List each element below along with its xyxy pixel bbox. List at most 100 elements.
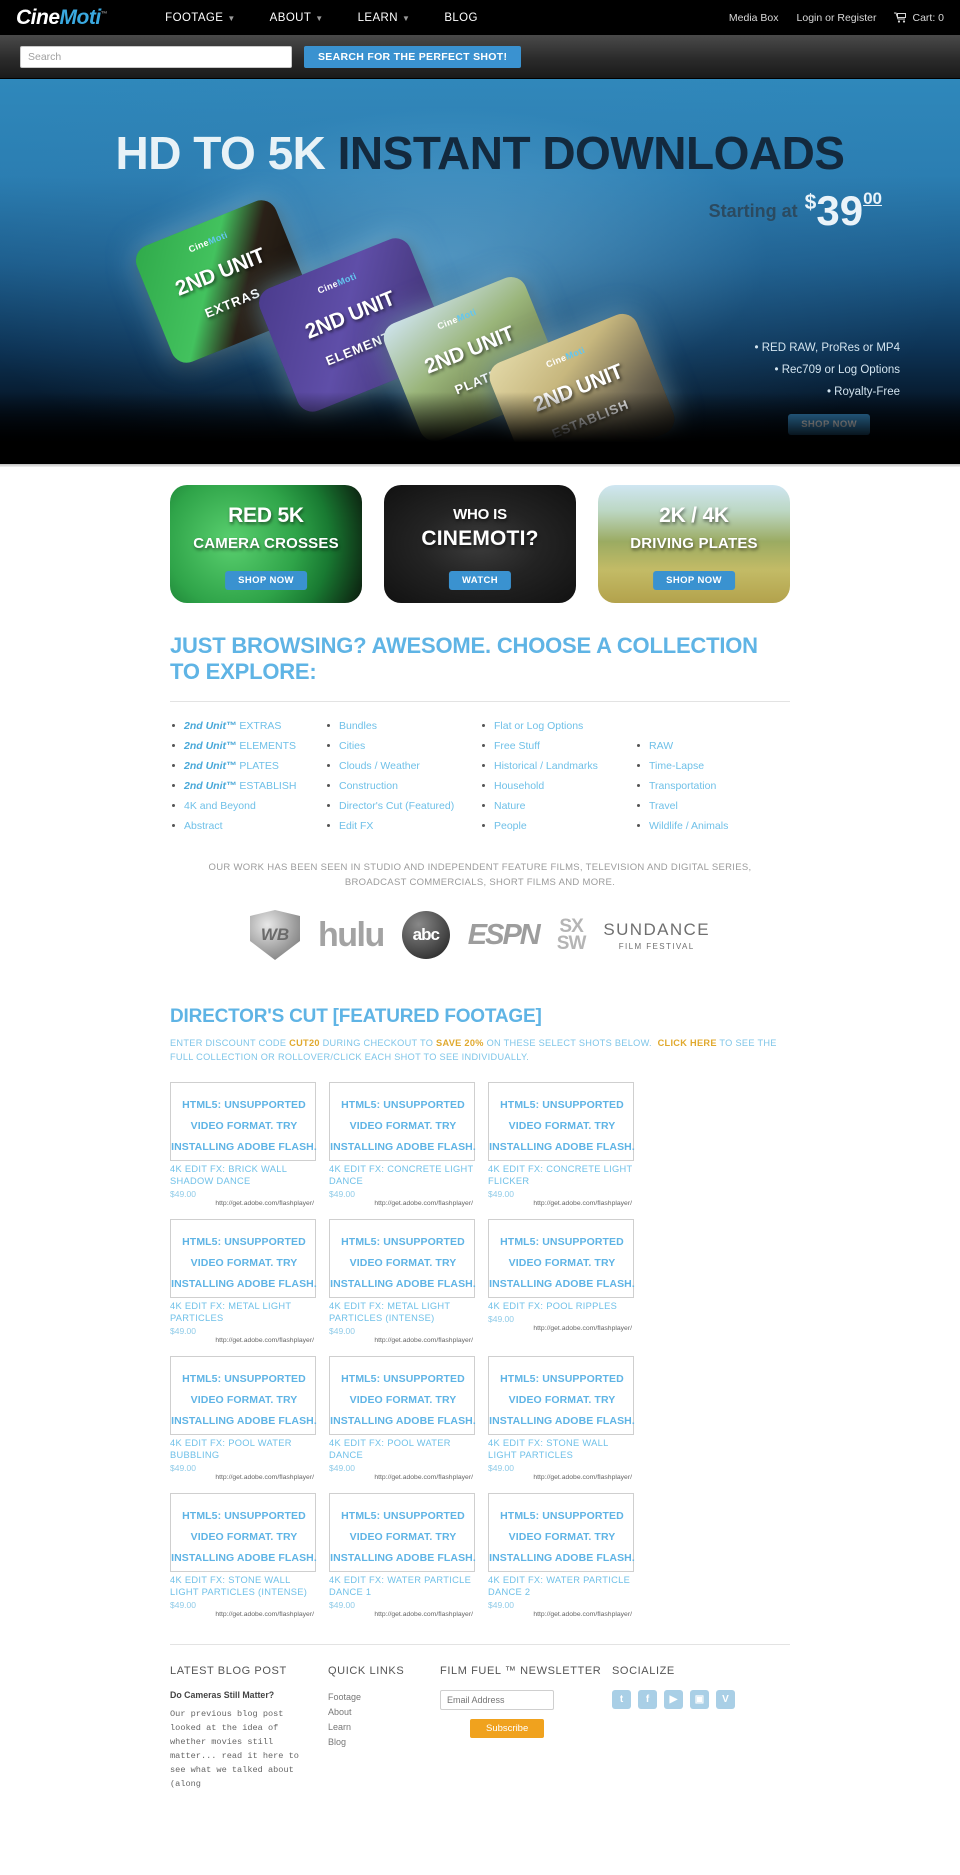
list-item[interactable]: Flat or Log Options (480, 716, 635, 736)
footer-link-about[interactable]: About (328, 1705, 440, 1720)
video-player-box[interactable]: HTML5: UNSUPPORTED VIDEO FORMAT. TRY INS… (170, 1219, 317, 1298)
footer-link-learn[interactable]: Learn (328, 1720, 440, 1735)
video-player-box[interactable]: HTML5: UNSUPPORTED VIDEO FORMAT. TRY INS… (170, 1082, 317, 1161)
list-item[interactable]: Clouds / Weather (325, 756, 480, 776)
list-item[interactable]: Household (480, 776, 635, 796)
click-here-link[interactable]: CLICK HERE (658, 1038, 717, 1048)
footage-title[interactable]: 4K EDIT FX: STONE WALL LIGHT PARTICLES (… (170, 1574, 316, 1598)
twitter-icon[interactable]: t (612, 1690, 631, 1709)
footage-item[interactable]: HTML5: UNSUPPORTED VIDEO FORMAT. TRY INS… (488, 1219, 635, 1344)
footage-title[interactable]: 4K EDIT FX: CONCRETE LIGHT FLICKER (488, 1163, 634, 1187)
footage-title[interactable]: 4K EDIT FX: CONCRETE LIGHT DANCE (329, 1163, 475, 1187)
search-input[interactable] (20, 45, 292, 68)
login-register-link[interactable]: Login or Register (797, 12, 877, 24)
youtube-icon[interactable]: ▶ (664, 1690, 683, 1709)
footage-title[interactable]: 4K EDIT FX: POOL WATER BUBBLING (170, 1437, 316, 1461)
flash-download-url[interactable]: http://get.adobe.com/flashplayer/ (170, 1474, 316, 1481)
footage-item[interactable]: HTML5: UNSUPPORTED VIDEO FORMAT. TRY INS… (329, 1356, 476, 1481)
footage-item[interactable]: HTML5: UNSUPPORTED VIDEO FORMAT. TRY INS… (329, 1219, 476, 1344)
cart-link[interactable]: Cart: 0 (894, 12, 944, 24)
footage-item[interactable]: HTML5: UNSUPPORTED VIDEO FORMAT. TRY INS… (170, 1493, 317, 1618)
promo-watch-button[interactable]: WATCH (448, 571, 512, 590)
footage-title[interactable]: 4K EDIT FX: BRICK WALL SHADOW DANCE (170, 1163, 316, 1187)
list-item[interactable]: Director's Cut (Featured) (325, 796, 480, 816)
footer-link-blog[interactable]: Blog (328, 1735, 440, 1750)
flash-download-url[interactable]: http://get.adobe.com/flashplayer/ (170, 1200, 316, 1207)
flash-download-url[interactable]: http://get.adobe.com/flashplayer/ (488, 1325, 634, 1332)
list-item[interactable]: 4K and Beyond (170, 796, 325, 816)
flash-download-url[interactable]: http://get.adobe.com/flashplayer/ (488, 1200, 634, 1207)
footage-title[interactable]: 4K EDIT FX: STONE WALL LIGHT PARTICLES (488, 1437, 634, 1461)
footage-item[interactable]: HTML5: UNSUPPORTED VIDEO FORMAT. TRY INS… (488, 1082, 635, 1207)
footage-item[interactable]: HTML5: UNSUPPORTED VIDEO FORMAT. TRY INS… (488, 1493, 635, 1618)
video-player-box[interactable]: HTML5: UNSUPPORTED VIDEO FORMAT. TRY INS… (329, 1493, 476, 1572)
promo-card-red-5k[interactable]: RED 5K CAMERA CROSSES SHOP NOW (170, 485, 362, 603)
video-player-box[interactable]: HTML5: UNSUPPORTED VIDEO FORMAT. TRY INS… (329, 1356, 476, 1435)
vimeo-icon[interactable]: V (716, 1690, 735, 1709)
footage-title[interactable]: 4K EDIT FX: POOL WATER DANCE (329, 1437, 475, 1461)
promo-card-driving-plates[interactable]: 2K / 4K DRIVING PLATES SHOP NOW (598, 485, 790, 603)
footage-title[interactable]: 4K EDIT FX: METAL LIGHT PARTICLES (INTEN… (329, 1300, 475, 1324)
list-item[interactable]: 2nd Unit™ EXTRAS (170, 716, 325, 736)
footage-item[interactable]: HTML5: UNSUPPORTED VIDEO FORMAT. TRY INS… (170, 1356, 317, 1481)
nav-item-learn[interactable]: LEARN ▼ (358, 12, 411, 24)
video-player-box[interactable]: HTML5: UNSUPPORTED VIDEO FORMAT. TRY INS… (488, 1356, 635, 1435)
list-item[interactable]: People (480, 816, 635, 836)
promo-shop-now-button[interactable]: SHOP NOW (653, 571, 735, 590)
flash-download-url[interactable]: http://get.adobe.com/flashplayer/ (170, 1611, 316, 1618)
newsletter-subscribe-button[interactable]: Subscribe (470, 1719, 545, 1738)
footage-item[interactable]: HTML5: UNSUPPORTED VIDEO FORMAT. TRY INS… (329, 1493, 476, 1618)
footer-link-footage[interactable]: Footage (328, 1690, 440, 1705)
nav-item-blog[interactable]: BLOG (444, 12, 478, 24)
footage-title[interactable]: 4K EDIT FX: METAL LIGHT PARTICLES (170, 1300, 316, 1324)
footage-title[interactable]: 4K EDIT FX: POOL RIPPLES (488, 1300, 634, 1312)
list-item[interactable]: Historical / Landmarks (480, 756, 635, 776)
promo-card-who-is-cinemoti[interactable]: WHO IS CINEMOTI? WATCH (384, 485, 576, 603)
list-item[interactable]: 2nd Unit™ ELEMENTS (170, 736, 325, 756)
latest-blog-title[interactable]: Do Cameras Still Matter? (170, 1690, 314, 1700)
media-box-link[interactable]: Media Box (729, 12, 779, 24)
video-player-box[interactable]: HTML5: UNSUPPORTED VIDEO FORMAT. TRY INS… (488, 1082, 635, 1161)
list-item[interactable]: Abstract (170, 816, 325, 836)
list-item[interactable]: Wildlife / Animals (635, 816, 790, 836)
footage-title[interactable]: 4K EDIT FX: WATER PARTICLE DANCE 1 (329, 1574, 475, 1598)
footage-item[interactable]: HTML5: UNSUPPORTED VIDEO FORMAT. TRY INS… (170, 1219, 317, 1344)
nav-item-footage[interactable]: FOOTAGE ▼ (165, 12, 236, 24)
footage-title[interactable]: 4K EDIT FX: WATER PARTICLE DANCE 2 (488, 1574, 634, 1598)
newsletter-email-input[interactable] (440, 1690, 554, 1710)
flash-download-url[interactable]: http://get.adobe.com/flashplayer/ (170, 1337, 316, 1344)
flash-download-url[interactable]: http://get.adobe.com/flashplayer/ (329, 1200, 475, 1207)
list-item[interactable]: Construction (325, 776, 480, 796)
list-item[interactable]: Cities (325, 736, 480, 756)
video-player-box[interactable]: HTML5: UNSUPPORTED VIDEO FORMAT. TRY INS… (170, 1356, 317, 1435)
list-item[interactable]: Edit FX (325, 816, 480, 836)
list-item[interactable]: 2nd Unit™ PLATES (170, 756, 325, 776)
flash-download-url[interactable]: http://get.adobe.com/flashplayer/ (329, 1611, 475, 1618)
video-player-box[interactable]: HTML5: UNSUPPORTED VIDEO FORMAT. TRY INS… (329, 1219, 476, 1298)
list-item[interactable]: Bundles (325, 716, 480, 736)
list-item[interactable]: Time-Lapse (635, 756, 790, 776)
flash-download-url[interactable]: http://get.adobe.com/flashplayer/ (488, 1611, 634, 1618)
flash-download-url[interactable]: http://get.adobe.com/flashplayer/ (329, 1474, 475, 1481)
list-item[interactable]: Nature (480, 796, 635, 816)
facebook-icon[interactable]: f (638, 1690, 657, 1709)
flash-download-url[interactable]: http://get.adobe.com/flashplayer/ (488, 1474, 634, 1481)
promo-shop-now-button[interactable]: SHOP NOW (225, 571, 307, 590)
video-player-box[interactable]: HTML5: UNSUPPORTED VIDEO FORMAT. TRY INS… (170, 1493, 317, 1572)
video-player-box[interactable]: HTML5: UNSUPPORTED VIDEO FORMAT. TRY INS… (488, 1493, 635, 1572)
list-item[interactable]: Transportation (635, 776, 790, 796)
search-submit-button[interactable]: SEARCH FOR THE PERFECT SHOT! (304, 45, 522, 68)
list-item[interactable]: 2nd Unit™ ESTABLISH (170, 776, 325, 796)
flash-download-url[interactable]: http://get.adobe.com/flashplayer/ (329, 1337, 475, 1344)
list-item[interactable]: Travel (635, 796, 790, 816)
video-player-box[interactable]: HTML5: UNSUPPORTED VIDEO FORMAT. TRY INS… (488, 1219, 635, 1298)
footage-item[interactable]: HTML5: UNSUPPORTED VIDEO FORMAT. TRY INS… (329, 1082, 476, 1207)
instagram-icon[interactable]: ▣ (690, 1690, 709, 1709)
nav-item-about[interactable]: ABOUT ▼ (270, 12, 324, 24)
footage-item[interactable]: HTML5: UNSUPPORTED VIDEO FORMAT. TRY INS… (170, 1082, 317, 1207)
list-item[interactable]: RAW (635, 736, 790, 756)
video-player-box[interactable]: HTML5: UNSUPPORTED VIDEO FORMAT. TRY INS… (329, 1082, 476, 1161)
footage-item[interactable]: HTML5: UNSUPPORTED VIDEO FORMAT. TRY INS… (488, 1356, 635, 1481)
list-item[interactable]: Free Stuff (480, 736, 635, 756)
site-logo[interactable]: CineMoti™ (16, 6, 108, 30)
